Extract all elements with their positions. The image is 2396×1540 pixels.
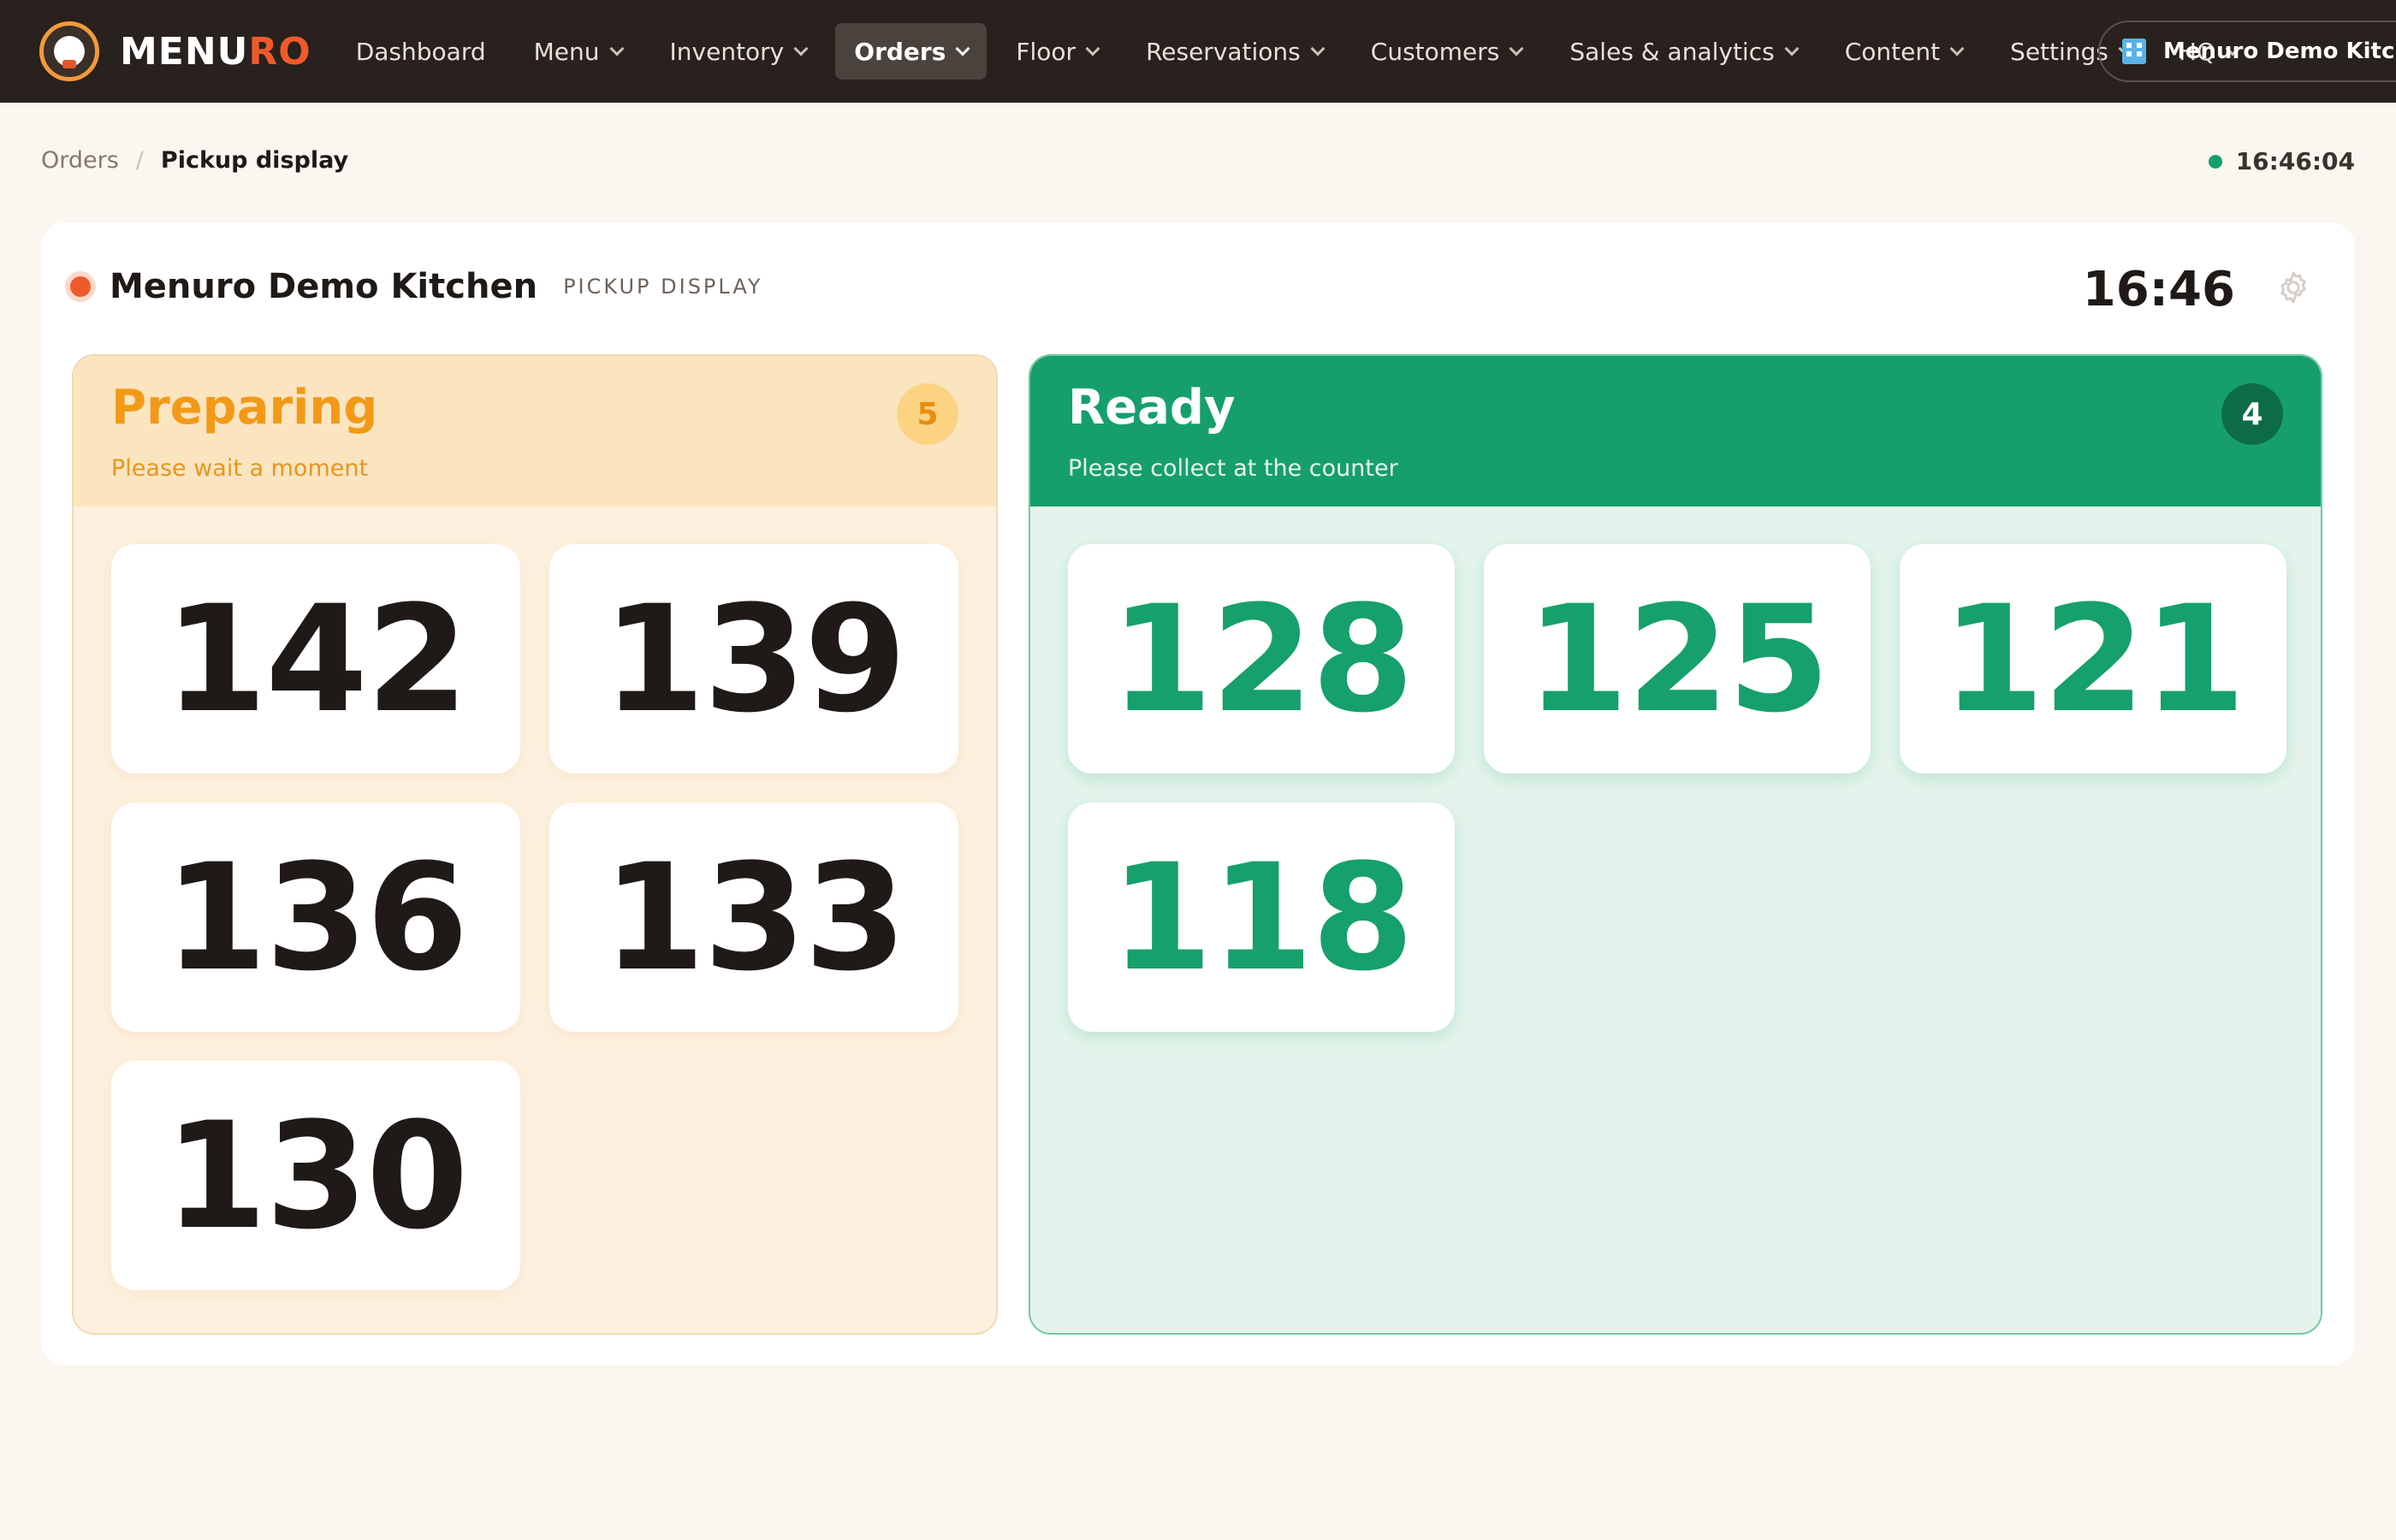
nav-item-label: Inventory: [669, 37, 785, 66]
live-clock-time: 16:46:04: [2235, 147, 2355, 175]
nav-item-label: Content: [1844, 37, 1941, 66]
nav-item-label: Reservations: [1146, 37, 1301, 66]
nav-item-label: Customers: [1370, 37, 1500, 66]
chevron-down-icon: [955, 41, 970, 56]
preparing-order-ticket: 130: [111, 1061, 520, 1290]
breadcrumb-orders-link[interactable]: Orders: [41, 147, 119, 174]
nav-item-sales-analytics[interactable]: Sales & analytics: [1551, 23, 1815, 80]
nav-item-inventory[interactable]: Inventory: [651, 23, 826, 80]
nav-item-floor[interactable]: Floor: [997, 23, 1117, 80]
nav-item-orders[interactable]: Orders: [835, 23, 987, 80]
breadcrumb-separator: /: [135, 147, 144, 174]
chevron-down-icon: [1310, 41, 1326, 56]
ready-column: Ready Please collect at the counter 4 12…: [1029, 354, 2322, 1335]
preparing-subtitle: Please wait a moment: [111, 455, 369, 482]
ready-subtitle: Please collect at the counter: [1068, 455, 1398, 482]
brand-name: MENURO: [120, 29, 311, 74]
chevron-down-icon: [609, 41, 625, 56]
nav-item-label: Floor: [1016, 37, 1076, 66]
ready-order-ticket: 128: [1068, 544, 1455, 773]
kitchen-name: Menuro Demo Kitchen: [110, 267, 538, 306]
pickup-display-panel: Menuro Demo Kitchen PICKUP DISPLAY 16:46…: [41, 222, 2355, 1365]
store-switcher-label: Menuro Demo Kitchen: [2163, 38, 2396, 64]
nav-item-content[interactable]: Content: [1826, 23, 1981, 80]
live-status-dot: [2208, 154, 2222, 169]
gear-icon[interactable]: [2274, 269, 2312, 306]
nav-item-label: Sales & analytics: [1569, 37, 1775, 66]
top-navigation-bar: MENURO Dashboard Menu Inventory Orders Floor…: [0, 0, 2396, 103]
chevron-down-icon: [793, 41, 809, 56]
ready-order-grid: 128 125 121 118: [1068, 544, 2286, 1032]
ready-order-ticket: 118: [1068, 803, 1455, 1032]
preparing-order-ticket: 139: [549, 544, 958, 773]
preparing-order-ticket: 133: [549, 803, 958, 1032]
main-nav: Dashboard Menu Inventory Orders Floor Reserva…: [337, 23, 2267, 80]
panel-header: Menuro Demo Kitchen PICKUP DISPLAY: [65, 267, 763, 306]
breadcrumb-current: Pickup display: [160, 147, 349, 174]
preparing-order-ticket: 136: [111, 803, 520, 1032]
chevron-down-icon: [1784, 41, 1800, 56]
live-clock: 16:46:04: [2208, 147, 2355, 175]
preparing-order-grid: 142 139 136 133 130: [111, 544, 958, 1290]
nav-item-menu[interactable]: Menu: [515, 23, 641, 80]
building-icon: [2122, 38, 2146, 64]
ready-order-ticket: 121: [1900, 544, 2286, 773]
ready-order-ticket: 125: [1484, 544, 1871, 773]
chef-logo-icon: [39, 21, 99, 81]
display-clock: 16:46: [2082, 262, 2235, 317]
preparing-header: Preparing Please wait a moment 5: [74, 356, 996, 506]
nav-item-label: Dashboard: [355, 37, 486, 66]
kitchen-status-dot: [65, 271, 96, 302]
brand[interactable]: MENURO: [39, 21, 311, 81]
nav-item-reservations[interactable]: Reservations: [1127, 23, 1342, 80]
nav-item-label: Menu: [533, 37, 600, 66]
preparing-count-badge: 5: [897, 383, 958, 445]
ready-header: Ready Please collect at the counter 4: [1030, 356, 2321, 506]
breadcrumb: Orders / Pickup display: [41, 147, 348, 174]
ready-count-badge: 4: [2221, 383, 2283, 445]
preparing-order-ticket: 142: [111, 544, 520, 773]
nav-item-customers[interactable]: Customers: [1352, 23, 1541, 80]
nav-item-dashboard[interactable]: Dashboard: [337, 23, 505, 80]
nav-item-label: Orders: [854, 37, 946, 66]
preparing-title: Preparing: [111, 380, 378, 435]
preparing-column: Preparing Please wait a moment 5 142 139 1…: [72, 354, 998, 1335]
nav-item-label: Settings: [2010, 37, 2108, 66]
store-switcher-button[interactable]: Menuro Demo Kitchen: [2098, 21, 2396, 82]
ready-title: Ready: [1068, 380, 1236, 435]
chevron-down-icon: [1509, 41, 1524, 56]
chevron-down-icon: [1949, 41, 1965, 56]
display-mode-label: PICKUP DISPLAY: [563, 275, 763, 299]
chevron-down-icon: [1085, 41, 1100, 56]
